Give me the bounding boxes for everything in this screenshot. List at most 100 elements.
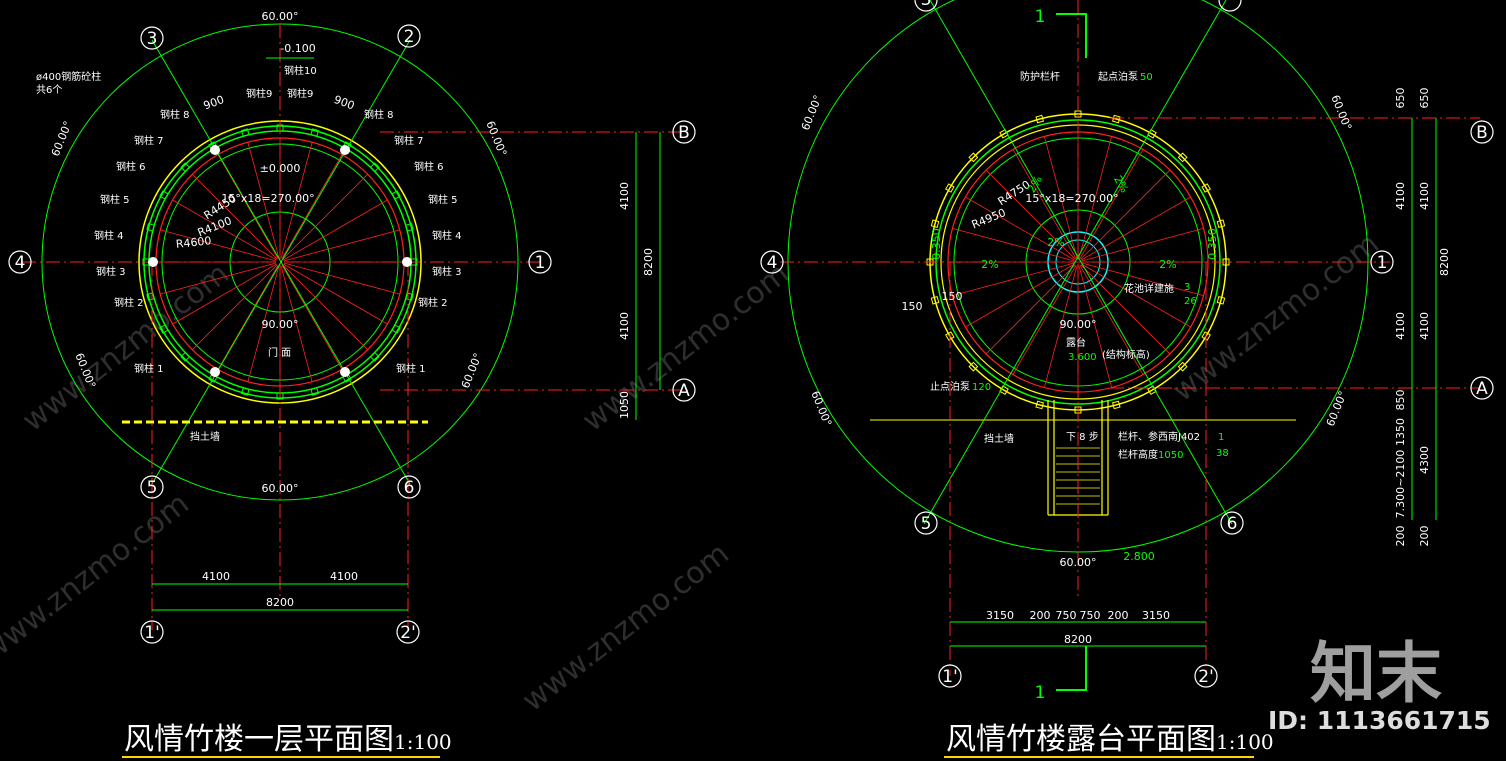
grid-3: 3 [147, 29, 158, 49]
dim-v2: 4100 [618, 312, 631, 340]
dim-v3: 1050 [618, 391, 631, 419]
column-label: 钢柱 6 [116, 160, 146, 173]
grid-1p: 1' [942, 667, 958, 687]
angle-label: 60.00° [483, 119, 509, 158]
radial-gridline [1080, 264, 1171, 355]
radius-r2: R4950 [970, 206, 1008, 231]
radial-gridline [192, 264, 278, 350]
dim: 4100 [1418, 312, 1431, 340]
column-label: 钢柱 3 [96, 265, 126, 278]
elev-center: ±0.000 [260, 162, 301, 175]
title-first-floor: 风情竹楼一层平面图1:100 [124, 714, 452, 758]
dim: 4100 [1418, 182, 1431, 210]
title-terrace: 风情竹楼露台平面图1:100 [946, 714, 1274, 758]
cad-drawing: 3 2 4 1 5 6 B A 1' 2' 4100 4100 8200 410… [8, 0, 1494, 703]
column-label: 钢柱 8 [364, 108, 394, 121]
column-label: 钢柱 5 [428, 193, 458, 206]
end-elev-value: 120 [972, 382, 991, 393]
angle-label: 60.00° [262, 10, 299, 23]
terrace-label: 露台 [1066, 336, 1086, 349]
column-label: 钢柱9 [246, 87, 272, 100]
grid-5: 5 [147, 478, 158, 498]
title-scale: 1:100 [1216, 730, 1274, 754]
sweep-angle: 15°x18=270.00° [1025, 192, 1118, 205]
radial-gridline [172, 263, 277, 325]
grid-a: A [678, 381, 690, 401]
radial-gridline [282, 264, 368, 350]
grid-a: A [1476, 379, 1488, 399]
column-label: 钢柱 7 [394, 134, 424, 147]
watermark-id: ID: 1113661715 [1268, 706, 1491, 735]
dim: 200 [1108, 609, 1129, 622]
angle-90: 90.00° [1060, 318, 1097, 331]
column-label: 钢柱 1 [134, 362, 164, 375]
radial-gridline [952, 262, 1075, 297]
column-label: 钢柱 4 [432, 229, 462, 242]
dim: 200 [1030, 609, 1051, 622]
angle-label: 60.00° [459, 351, 485, 390]
dim: 200 [1394, 526, 1407, 547]
rail-note: 栏杆、参西南J402 [1118, 430, 1200, 443]
detail-ref: 1 [1218, 432, 1224, 443]
title-underline [122, 756, 440, 758]
dim: 750 [1056, 609, 1077, 622]
grid-1: 1 [535, 253, 546, 273]
radial-gridline [985, 264, 1076, 355]
stairs-down-label: 下 8 步 [1066, 431, 1099, 443]
radial-gridline [1081, 227, 1204, 262]
grid-2p: 2' [1198, 667, 1214, 687]
dim: 3150 [986, 609, 1014, 622]
title-scale: 1:100 [394, 730, 452, 754]
rail-height-value: 1050 [1158, 450, 1183, 461]
dim-h-total: 8200 [266, 596, 294, 609]
door-label: 门 面 [268, 346, 291, 359]
dim: 7.300~2100 [1394, 450, 1407, 519]
column-label: 钢柱10 [284, 64, 317, 77]
dim-total: 8200 [1438, 248, 1451, 276]
elev-label: 0.350 [1206, 228, 1219, 260]
elev-label: 0.350 [930, 228, 943, 260]
title-text: 风情竹楼一层平面图 [124, 722, 394, 757]
grid-1: 1 [1377, 253, 1388, 273]
column-label: 钢柱9 [287, 87, 313, 100]
elev-top: -0.100 [280, 42, 315, 55]
title-underline [944, 756, 1254, 758]
radial-gridline [160, 262, 277, 295]
plan-terrace: 4 1 5 6 B A 1' 2' 3 1 1 3150 200 750 750… [760, 0, 1494, 703]
terrace-elev: 3.600 [1068, 352, 1097, 363]
start-elev-label: 起点泊泵 [1098, 71, 1138, 83]
terrace-note: (结构标高) [1102, 348, 1150, 361]
slope-label: 2% [1159, 258, 1176, 271]
grid-1p: 1' [144, 623, 160, 643]
dim-150: 150 [902, 300, 923, 313]
dim-900-left: 900 [202, 93, 226, 112]
grid-6: 6 [1227, 514, 1238, 534]
rail-height-label: 栏杆高度 [1118, 448, 1158, 461]
grid-2p: 2' [400, 623, 416, 643]
grid-4: 4 [15, 253, 26, 273]
column-label: 钢柱 4 [94, 229, 124, 242]
dim-h2: 4100 [330, 570, 358, 583]
title-text: 风情竹楼露台平面图 [946, 722, 1216, 757]
detail-sheet: 38 [1216, 448, 1229, 459]
dim: 4100 [1394, 182, 1407, 210]
grid-2: 2 [404, 27, 415, 47]
dim-v-total: 8200 [642, 248, 655, 276]
dim: 750 [1080, 609, 1101, 622]
slope-label: 2% [1047, 236, 1064, 249]
dim: 1350 [1394, 418, 1407, 446]
dim-h1: 4100 [202, 570, 230, 583]
column-label: 钢柱 3 [432, 265, 462, 278]
retaining-wall-label: 挡土墙 [984, 432, 1014, 445]
angle-label: 60.00° [1060, 556, 1097, 569]
start-elev-value: 50 [1140, 72, 1153, 83]
retaining-wall-label: 挡土墙 [190, 430, 220, 443]
column-label: 钢柱 2 [114, 296, 144, 309]
column-label: 钢柱 1 [396, 362, 426, 375]
section-mark: 1 [1035, 683, 1046, 703]
note-pile: ø400钢筋砼柱 [36, 70, 101, 83]
column-label: 钢柱 8 [160, 108, 190, 121]
angle-label: 60.00° [808, 389, 834, 428]
elev-bottom: 2.800 [1123, 550, 1155, 563]
radial-gridline [1081, 196, 1191, 261]
